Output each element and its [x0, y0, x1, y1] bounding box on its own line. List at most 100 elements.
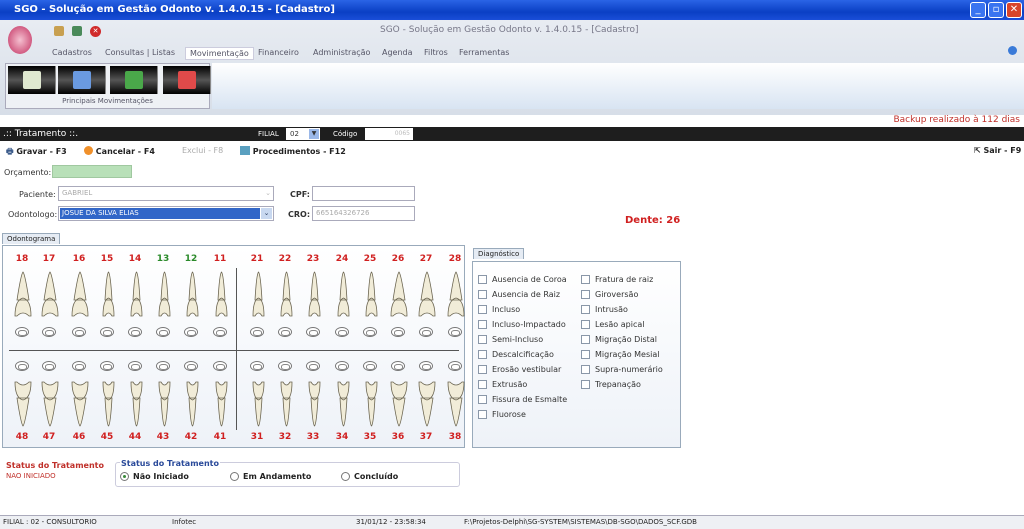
exit-icon[interactable]: ✕	[90, 26, 101, 37]
ribbon-button-concluir[interactable]	[110, 66, 158, 94]
tooth-occlusal-icon[interactable]	[306, 361, 320, 371]
tooth-occlusal-icon[interactable]	[391, 327, 405, 337]
tooth-occlusal-icon[interactable]	[72, 327, 86, 337]
diagnostico-checkbox[interactable]: Fluorose	[478, 407, 567, 422]
tooth-occlusal-icon[interactable]	[363, 361, 377, 371]
tooth-occlusal-icon[interactable]	[419, 361, 433, 371]
tooth-occlusal-icon[interactable]	[42, 361, 56, 371]
cro-field[interactable]: 665164326726	[312, 206, 415, 221]
tooth-icon[interactable]	[417, 380, 437, 428]
tooth-occlusal-icon[interactable]	[335, 361, 349, 371]
tooth-occlusal-icon[interactable]	[100, 327, 114, 337]
radio-concluido[interactable]: Concluído	[341, 472, 398, 481]
tooth-icon[interactable]	[157, 270, 172, 318]
diagnostico-checkbox[interactable]: Supra-numerário	[581, 362, 663, 377]
menu-filtros[interactable]: Filtros	[420, 47, 452, 58]
diagnostico-checkbox[interactable]: Fissura de Esmalte	[478, 392, 567, 407]
tooth-occlusal-icon[interactable]	[100, 361, 114, 371]
codigo-field[interactable]: 0065	[365, 128, 413, 140]
tooth-occlusal-icon[interactable]	[156, 361, 170, 371]
tooth-occlusal-icon[interactable]	[15, 361, 29, 371]
tooth-icon[interactable]	[214, 270, 229, 318]
cpf-field[interactable]	[312, 186, 415, 201]
ribbon-button-procedimentos[interactable]	[163, 66, 211, 94]
tooth-icon[interactable]	[157, 380, 172, 428]
cancelar-button[interactable]: Cancelar - F4	[84, 146, 155, 156]
tooth-icon[interactable]	[364, 380, 379, 428]
diagnostico-checkbox[interactable]: Erosão vestibular	[478, 362, 567, 377]
tooth-icon[interactable]	[185, 270, 200, 318]
menu-agenda[interactable]: Agenda	[378, 47, 417, 58]
tooth-icon[interactable]	[307, 270, 322, 318]
diagnostico-checkbox[interactable]: Incluso-Impactado	[478, 317, 567, 332]
app-logo-icon[interactable]	[8, 26, 32, 54]
tooth-icon[interactable]	[389, 270, 409, 318]
tooth-occlusal-icon[interactable]	[448, 361, 462, 371]
menu-movimentacao[interactable]: Movimentação	[185, 47, 254, 60]
tooth-icon[interactable]	[129, 270, 144, 318]
menu-consultas[interactable]: Consultas | Listas	[101, 47, 179, 58]
procedimentos-button[interactable]: Procedimentos - F12	[240, 146, 346, 156]
diagnostico-checkbox[interactable]: Descalcificação	[478, 347, 567, 362]
tooth-occlusal-icon[interactable]	[213, 327, 227, 337]
tooth-icon[interactable]	[364, 270, 379, 318]
diagnostico-checkbox[interactable]: Ausencia de Raiz	[478, 287, 567, 302]
tooth-occlusal-icon[interactable]	[15, 327, 29, 337]
sair-button[interactable]: ⇱ Sair - F9	[974, 146, 1021, 155]
tooth-icon[interactable]	[13, 270, 33, 318]
tooth-occlusal-icon[interactable]	[363, 327, 377, 337]
tooth-icon[interactable]	[185, 380, 200, 428]
close-button[interactable]: ✕	[1006, 2, 1022, 18]
tooth-icon[interactable]	[40, 270, 60, 318]
orcamento-field[interactable]	[52, 165, 132, 178]
users-icon[interactable]	[54, 26, 64, 36]
tooth-occlusal-icon[interactable]	[184, 327, 198, 337]
tooth-occlusal-icon[interactable]	[250, 327, 264, 337]
tooth-icon[interactable]	[336, 380, 351, 428]
tooth-icon[interactable]	[251, 270, 266, 318]
tooth-occlusal-icon[interactable]	[128, 327, 142, 337]
tooth-icon[interactable]	[417, 270, 437, 318]
tooth-occlusal-icon[interactable]	[42, 327, 56, 337]
tooth-icon[interactable]	[101, 270, 116, 318]
tooth-occlusal-icon[interactable]	[278, 327, 292, 337]
tooth-occlusal-icon[interactable]	[128, 361, 142, 371]
ribbon-button-orcamento[interactable]	[8, 66, 56, 94]
diagnostico-checkbox[interactable]: Migração Distal	[581, 332, 663, 347]
tooth-icon[interactable]	[307, 380, 322, 428]
tooth-icon[interactable]	[101, 380, 116, 428]
diagnostico-checkbox[interactable]: Extrusão	[478, 377, 567, 392]
tooth-icon[interactable]	[70, 270, 90, 318]
diagnostico-checkbox[interactable]: Giroversão	[581, 287, 663, 302]
minimize-button[interactable]: _	[970, 2, 986, 18]
tab-diagnostico[interactable]: Diagnóstico	[473, 248, 525, 259]
tooth-icon[interactable]	[70, 380, 90, 428]
menu-administracao[interactable]: Administração	[309, 47, 374, 58]
tooth-icon[interactable]	[13, 380, 33, 428]
menu-financeiro[interactable]: Financeiro	[254, 47, 303, 58]
diagnostico-checkbox[interactable]: Lesão apical	[581, 317, 663, 332]
tooth-occlusal-icon[interactable]	[306, 327, 320, 337]
gravar-button[interactable]: 🖶 Gravar - F3	[6, 146, 67, 160]
tooth-occlusal-icon[interactable]	[72, 361, 86, 371]
tooth-icon[interactable]	[279, 270, 294, 318]
menu-ferramentas[interactable]: Ferramentas	[455, 47, 513, 58]
tooth-icon[interactable]	[214, 380, 229, 428]
tooth-icon[interactable]	[389, 380, 409, 428]
diagnostico-checkbox[interactable]: Trepanação	[581, 377, 663, 392]
tooth-icon[interactable]	[336, 270, 351, 318]
diagnostico-checkbox[interactable]: Ausencia de Coroa	[478, 272, 567, 287]
menu-cadastros[interactable]: Cadastros	[48, 47, 96, 58]
tooth-occlusal-icon[interactable]	[184, 361, 198, 371]
tooth-occlusal-icon[interactable]	[419, 327, 433, 337]
tooth-icon[interactable]	[251, 380, 266, 428]
tooth-icon[interactable]	[446, 270, 466, 318]
tooth-occlusal-icon[interactable]	[250, 361, 264, 371]
user-icon[interactable]	[72, 26, 82, 36]
diagnostico-checkbox[interactable]: Incluso	[478, 302, 567, 317]
diagnostico-checkbox[interactable]: Fratura de raiz	[581, 272, 663, 287]
tooth-icon[interactable]	[129, 380, 144, 428]
tooth-occlusal-icon[interactable]	[448, 327, 462, 337]
tooth-icon[interactable]	[446, 380, 466, 428]
radio-em-andamento[interactable]: Em Andamento	[230, 472, 311, 481]
